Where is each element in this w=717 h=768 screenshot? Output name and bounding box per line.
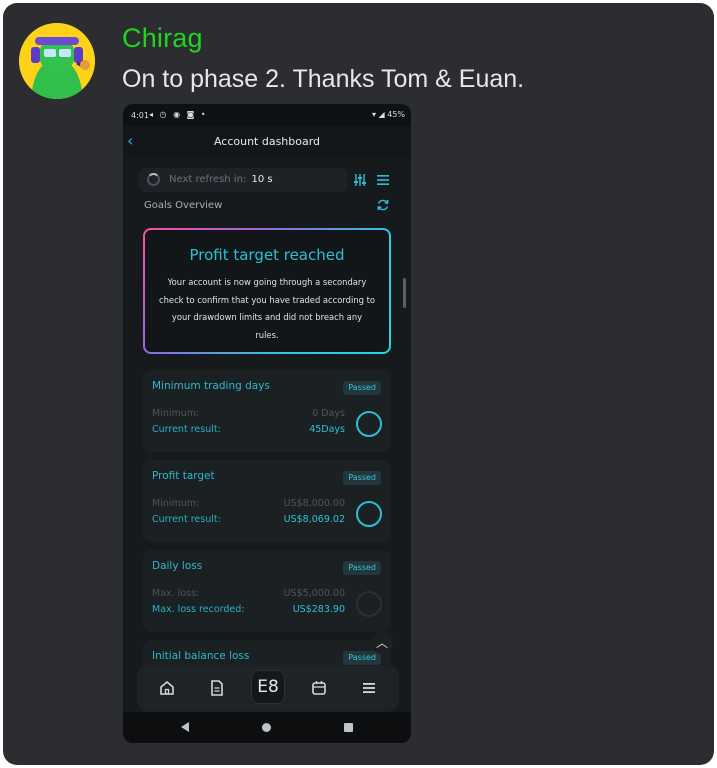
e8-logo-button[interactable]: E8: [251, 670, 285, 704]
username[interactable]: Chirag: [122, 23, 203, 54]
hamburger-menu-icon[interactable]: [359, 678, 379, 698]
row-label: Current result:: [152, 514, 221, 525]
scrollbar[interactable]: [403, 278, 406, 308]
scroll-to-top-button[interactable]: ︿: [371, 632, 393, 654]
sync-icon[interactable]: [376, 198, 390, 212]
page-title: Account dashboard: [213, 135, 321, 148]
row-value: US$283.90: [292, 604, 345, 615]
row-label: Minimum:: [152, 498, 200, 509]
goal-card-minimum-trading-days[interactable]: Minimum trading days Passed Minimum: 0 D…: [143, 370, 391, 452]
system-home-icon[interactable]: [262, 723, 271, 732]
refresh-timer: Next refresh in: 10 s: [139, 168, 347, 192]
system-recents-icon[interactable]: [344, 723, 353, 732]
banner-title: Profit target reached: [189, 246, 345, 264]
calendar-icon[interactable]: [309, 678, 329, 698]
row-label: Current result:: [152, 424, 221, 435]
row-value: US$5,000.00: [283, 588, 345, 599]
goal-card-profit-target[interactable]: Profit target Passed Minimum: US$8,000.0…: [143, 460, 391, 542]
goal-name: Initial balance loss: [152, 650, 250, 662]
chevron-up-icon: ︿: [375, 636, 388, 650]
row-value: 0 Days: [312, 408, 345, 419]
spinner-icon: [147, 173, 160, 186]
signal-icon: ▾ ◢: [371, 110, 385, 119]
app-bar: ‹ Account dashboard: [123, 126, 411, 158]
banner-body: Your account is now going through a seco…: [159, 277, 376, 340]
refresh-label: Next refresh in:: [169, 174, 247, 185]
goal-name: Profit target: [152, 470, 215, 482]
chat-message-card: Chirag On to phase 2. Thanks Tom & Euan.…: [3, 3, 714, 765]
avatar-illustration-icon: [19, 23, 95, 99]
attached-screenshot[interactable]: 4:01 ◂ ◷ ◉ ◙ • ▾ ◢ 45% ‹ Account dashboa…: [123, 104, 411, 743]
row-value: US$8,069.02: [283, 514, 345, 525]
row-value: 45Days: [309, 424, 345, 435]
row-label: Max. loss recorded:: [152, 604, 245, 615]
status-badge: Passed: [343, 471, 381, 485]
document-icon[interactable]: [207, 678, 227, 698]
status-badge: Passed: [343, 561, 381, 575]
goals-overview-heading: Goals Overview: [144, 200, 223, 211]
goal-name: Daily loss: [152, 560, 203, 572]
battery-level: 45%: [387, 110, 405, 119]
row-value: US$8,000.00: [283, 498, 345, 509]
message-text: On to phase 2. Thanks Tom & Euan.: [122, 65, 525, 93]
home-icon[interactable]: [157, 678, 177, 698]
profit-target-banner: Profit target reached Your account is no…: [143, 228, 391, 354]
filter-icon[interactable]: [353, 173, 367, 187]
status-bar: 4:01 ◂ ◷ ◉ ◙ • ▾ ◢ 45%: [123, 104, 411, 126]
notification-icons: ◂ ◷ ◉ ◙ •: [149, 110, 208, 119]
status-right: ▾ ◢ 45%: [372, 110, 405, 119]
progress-ring-icon: [356, 591, 382, 617]
row-label: Minimum:: [152, 408, 200, 419]
status-badge: Passed: [343, 651, 381, 665]
refresh-value: 10 s: [251, 174, 273, 185]
goal-card-daily-loss[interactable]: Daily loss Passed Max. loss: US$5,000.00…: [143, 550, 391, 632]
system-navigation-bar: [123, 712, 411, 743]
avatar[interactable]: [19, 23, 95, 99]
system-back-icon[interactable]: [181, 722, 189, 732]
progress-ring-icon: [356, 411, 382, 437]
status-badge: Passed: [343, 381, 381, 395]
status-time: 4:01: [131, 111, 149, 120]
row-label: Max. loss:: [152, 588, 200, 599]
bottom-navigation: E8: [137, 666, 399, 710]
progress-ring-icon: [356, 501, 382, 527]
goal-name: Minimum trading days: [152, 380, 270, 392]
menu-icon[interactable]: [377, 174, 389, 186]
